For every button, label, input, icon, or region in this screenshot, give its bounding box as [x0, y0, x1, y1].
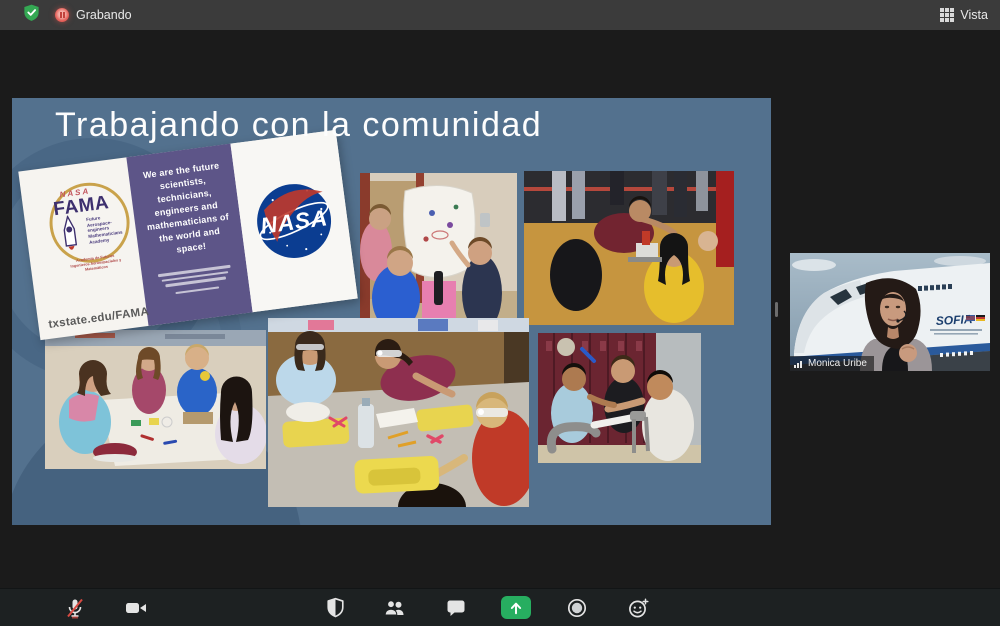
- banner-url: txstate.edu/FAMA: [48, 306, 150, 331]
- photo-gym-robotics-group: [524, 171, 734, 325]
- recording-label: Grabando: [76, 8, 132, 22]
- photo-boys-tube-building: [538, 333, 701, 463]
- panel-resize-handle[interactable]: [775, 302, 778, 317]
- video-button[interactable]: [114, 589, 158, 626]
- security-shield-check-icon[interactable]: [22, 3, 41, 27]
- view-label: Vista: [960, 8, 988, 22]
- share-screen-button[interactable]: [501, 596, 531, 619]
- banner-panel-fama: NASA FAMA Future Aerospace-engineers Mat…: [18, 157, 148, 340]
- audio-signal-icon: [794, 359, 804, 368]
- record-button[interactable]: [555, 589, 599, 626]
- participant-name-tag: Monica Uribe: [790, 356, 874, 371]
- share-screen-arrow-icon: [507, 599, 525, 617]
- record-icon: [565, 596, 589, 620]
- fama-logo: NASA FAMA Future Aerospace-engineers Mat…: [34, 174, 133, 273]
- shared-screen-slide: Trabajando con la comunidad NASA FAMA Fu…: [12, 98, 771, 525]
- participant-name: Monica Uribe: [808, 358, 867, 369]
- photo-goggles-table-activity: [268, 318, 529, 507]
- nasa-meatball-logo: NASA: [247, 174, 341, 268]
- participant-video-scene: SOFIA: [790, 253, 990, 371]
- meeting-top-bar: Grabando Vista: [0, 0, 1000, 30]
- security-button[interactable]: [313, 589, 357, 626]
- reactions-button[interactable]: [616, 589, 660, 626]
- photo-kids-paper-mask: [360, 173, 517, 330]
- recording-indicator-icon[interactable]: [55, 8, 69, 22]
- microphone-muted-icon: [63, 596, 87, 620]
- security-shield-icon: [324, 596, 347, 619]
- chat-button[interactable]: [434, 589, 478, 626]
- meeting-toolbar: [0, 588, 1000, 626]
- banner-panel-nasa: NASA: [231, 130, 358, 312]
- camera-icon: [123, 596, 149, 620]
- grid-view-icon: [940, 8, 954, 22]
- participants-button[interactable]: [373, 589, 417, 626]
- photo-kids-drawing-floor: [45, 330, 266, 469]
- chat-icon: [444, 596, 468, 620]
- participant-video-tile[interactable]: SOFIA Monica Uribe: [790, 253, 990, 371]
- view-button[interactable]: Vista: [940, 0, 988, 30]
- mute-button[interactable]: [53, 589, 97, 626]
- reactions-smiley-plus-icon: [626, 596, 650, 620]
- participants-icon: [382, 596, 408, 620]
- slide-title: Trabajando con la comunidad: [55, 106, 542, 145]
